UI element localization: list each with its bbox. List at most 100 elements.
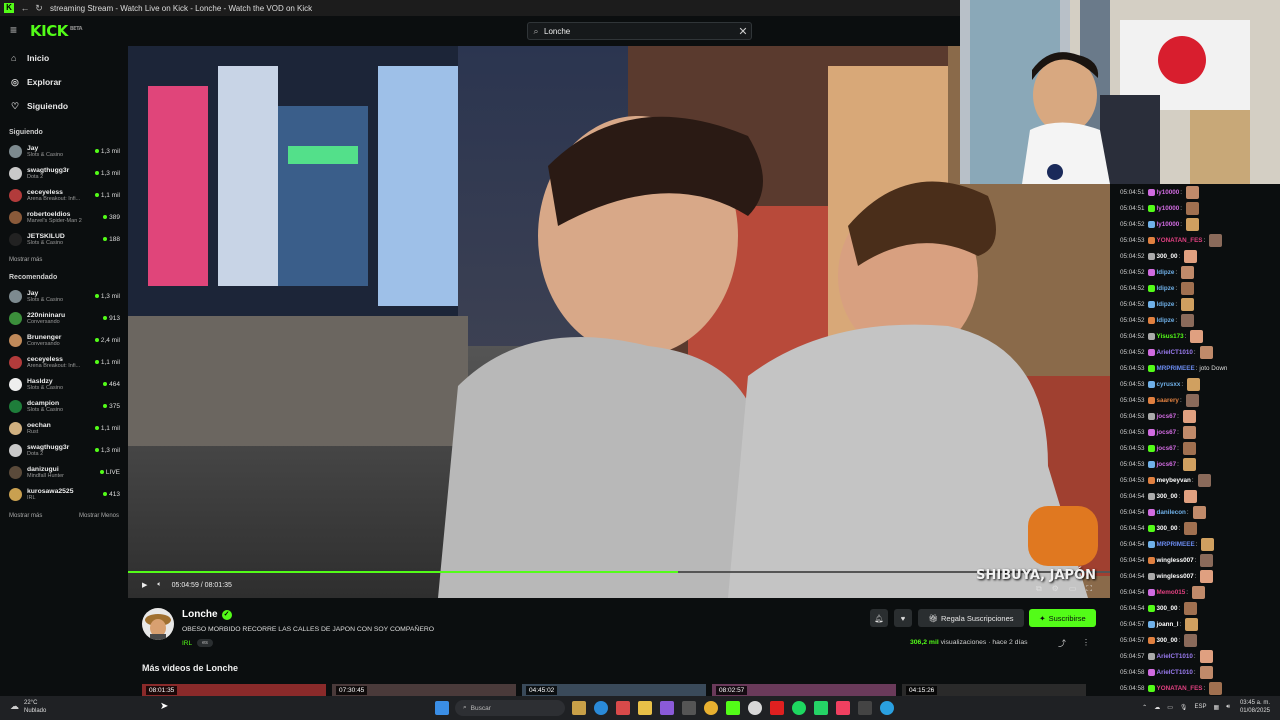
follow-heart-button[interactable]: ♥ bbox=[894, 609, 912, 627]
sidebar-channel[interactable]: robertoeldios Marvel's Spider-Man 2 389 bbox=[0, 206, 128, 228]
chat-username[interactable]: jocs67 bbox=[1157, 429, 1177, 436]
chat-message[interactable]: 05:04:53 jocs67: bbox=[1110, 456, 1280, 472]
clear-search-icon[interactable]: ✕ bbox=[735, 25, 751, 38]
chat-message[interactable]: 05:04:52 ldipze: bbox=[1110, 296, 1280, 312]
chat-username[interactable]: wingless007 bbox=[1157, 573, 1194, 580]
show-more-following[interactable]: Mostrar más bbox=[0, 253, 128, 267]
chat-message[interactable]: 05:04:54 wingless007: bbox=[1110, 568, 1280, 584]
chat-message[interactable]: 05:04:52 ldipze: bbox=[1110, 280, 1280, 296]
chat-username[interactable]: 300_00 bbox=[1157, 525, 1178, 532]
chat-username[interactable]: jocs67 bbox=[1157, 445, 1177, 452]
chat-message[interactable]: 05:04:52 300_00: bbox=[1110, 248, 1280, 264]
category-link[interactable]: IRL bbox=[182, 640, 192, 647]
sidebar-channel[interactable]: Jay Slots & Casino 1,3 mil bbox=[0, 285, 128, 307]
onedrive-icon[interactable]: ☁ bbox=[1154, 704, 1160, 711]
chat-username[interactable]: ldipze bbox=[1157, 317, 1175, 324]
gift-subs-button[interactable]: 🎁︎ Regala Suscripciones bbox=[918, 609, 1024, 627]
chat-username[interactable]: Yisus173 bbox=[1157, 333, 1184, 340]
show-more-recommended[interactable]: Mostrar más bbox=[9, 509, 42, 523]
chat-username[interactable]: jocs67 bbox=[1157, 461, 1177, 468]
sidebar-channel[interactable]: ceceyeless Arena Breakout: Infi... 1,1 m… bbox=[0, 184, 128, 206]
chat-username[interactable]: saarery bbox=[1157, 397, 1179, 404]
chat-message[interactable]: 05:04:54 300_00: bbox=[1110, 600, 1280, 616]
sidebar-channel[interactable]: kurosawa2525 IRL 413 bbox=[0, 483, 128, 505]
chat-message[interactable]: 05:04:58 YONATAN_FES: bbox=[1110, 680, 1280, 696]
youtube-icon[interactable] bbox=[770, 701, 784, 715]
settings-icon[interactable]: ⚙ bbox=[1052, 584, 1059, 594]
battery-icon[interactable]: ▭ bbox=[1167, 704, 1173, 711]
play-icon[interactable]: ▶ bbox=[142, 581, 147, 589]
chat-message[interactable]: 05:04:57 ArielCT1010: bbox=[1110, 648, 1280, 664]
chat-username[interactable]: 300_00 bbox=[1157, 253, 1178, 260]
chat-username[interactable]: ly10000 bbox=[1157, 189, 1180, 196]
nav-item-siguiendo[interactable]: ♡ Siguiendo bbox=[0, 94, 128, 118]
edge-icon[interactable] bbox=[594, 701, 608, 715]
volume-icon[interactable]: 🔈︎ bbox=[157, 581, 161, 589]
chat-message[interactable]: 05:04:54 Memo015: bbox=[1110, 584, 1280, 600]
chat-message[interactable]: 05:04:54 300_00: bbox=[1110, 488, 1280, 504]
chat-message[interactable]: 05:04:54 danilecon: bbox=[1110, 504, 1280, 520]
search-input[interactable] bbox=[544, 26, 735, 36]
whatsapp-icon[interactable] bbox=[814, 701, 828, 715]
show-less-recommended[interactable]: Mostrar Menos bbox=[79, 509, 119, 523]
files-icon[interactable] bbox=[572, 701, 586, 715]
chat-username[interactable]: cyrusxx bbox=[1157, 381, 1181, 388]
sidebar-channel[interactable]: JETSKILUD Slots & Casino 188 bbox=[0, 228, 128, 250]
chat-username[interactable]: ly10000 bbox=[1157, 205, 1180, 212]
sidebar-channel[interactable]: 220nininaru Conversando 913 bbox=[0, 307, 128, 329]
chat-message[interactable]: 05:04:52 ldipze: bbox=[1110, 312, 1280, 328]
chat-username[interactable]: ArielCT1010 bbox=[1157, 669, 1193, 676]
explorer-icon[interactable] bbox=[638, 701, 652, 715]
chat-username[interactable]: 300_00 bbox=[1157, 605, 1178, 612]
sidebar-channel[interactable]: ceceyeless Arena Breakout: Infi... 1,1 m… bbox=[0, 351, 128, 373]
clip-icon[interactable]: ⧉ bbox=[1036, 584, 1042, 594]
chat-message[interactable]: 05:04:53 YONATAN_FES: bbox=[1110, 232, 1280, 248]
sidebar-channel[interactable]: swagthugg3r Dota 2 1,3 mil bbox=[0, 162, 128, 184]
chat-message[interactable]: 05:04:53 MRPRIMEEE: joto Down bbox=[1110, 360, 1280, 376]
chat-message[interactable]: 05:04:52 ly10000: bbox=[1110, 216, 1280, 232]
chat-username[interactable]: wingless007 bbox=[1157, 557, 1194, 564]
chat-username[interactable]: ly10000 bbox=[1157, 221, 1180, 228]
telegram-icon[interactable] bbox=[880, 701, 894, 715]
fullscreen-icon[interactable]: ⛶ bbox=[1086, 584, 1092, 594]
music-icon[interactable] bbox=[836, 701, 850, 715]
subscribe-button[interactable]: ✦ Suscribirse bbox=[1029, 609, 1096, 627]
terminal-icon[interactable] bbox=[858, 701, 872, 715]
chat-message[interactable]: 05:04:51 ly10000: bbox=[1110, 200, 1280, 216]
chat-username[interactable]: ldipze bbox=[1157, 285, 1175, 292]
chat-message[interactable]: 05:04:53 jocs67: bbox=[1110, 440, 1280, 456]
chat-username[interactable]: MRPRIMEEE bbox=[1157, 365, 1195, 372]
chat-username[interactable]: MRPRIMEEE bbox=[1157, 541, 1195, 548]
chat-username[interactable]: danilecon bbox=[1157, 509, 1186, 516]
chat-username[interactable]: YONATAN_FES bbox=[1157, 685, 1203, 692]
channel-name[interactable]: Lonche bbox=[182, 609, 218, 620]
chat-username[interactable]: ArielCT1010 bbox=[1157, 653, 1193, 660]
chat-username[interactable]: Memo015 bbox=[1157, 589, 1186, 596]
sidebar-channel[interactable]: swagthugg3r Dota 2 1,3 mil bbox=[0, 439, 128, 461]
chat-message[interactable]: 05:04:53 jocs67: bbox=[1110, 408, 1280, 424]
chat-message[interactable]: 05:04:58 ArielCT1010: bbox=[1110, 664, 1280, 680]
chat-username[interactable]: YONATAN_FES bbox=[1157, 237, 1203, 244]
mic-icon[interactable]: 🎙︎ bbox=[1180, 704, 1188, 711]
search-bar[interactable]: ⌕ ✕ bbox=[527, 22, 752, 40]
chat-message[interactable]: 05:04:52 ldipze: bbox=[1110, 264, 1280, 280]
sidebar-channel[interactable]: danizugui Mindfall Hunter LIVE bbox=[0, 461, 128, 483]
windows-start-icon[interactable] bbox=[435, 701, 449, 715]
chat-message[interactable]: 05:04:54 300_00: bbox=[1110, 520, 1280, 536]
share-icon[interactable]: ⤴ bbox=[1058, 638, 1066, 649]
chevron-up-icon[interactable]: ⌃ bbox=[1142, 704, 1147, 711]
chrome-icon[interactable] bbox=[704, 701, 718, 715]
calculator-icon[interactable] bbox=[682, 701, 696, 715]
chat-message[interactable]: 05:04:57 300_00: bbox=[1110, 632, 1280, 648]
chat-message[interactable]: 05:04:52 Yisus173: bbox=[1110, 328, 1280, 344]
language-tag[interactable]: es bbox=[197, 639, 213, 647]
clock[interactable]: 03:45 a. m. 01/08/2025 bbox=[1240, 699, 1270, 715]
chat-message[interactable]: 05:04:53 saarery: bbox=[1110, 392, 1280, 408]
channel-avatar[interactable] bbox=[142, 608, 174, 640]
chat-message[interactable]: 05:04:54 MRPRIMEEE: bbox=[1110, 536, 1280, 552]
chat-message[interactable]: 05:04:54 wingless007: bbox=[1110, 552, 1280, 568]
reload-icon[interactable]: ↻ bbox=[32, 3, 46, 14]
chat-message[interactable]: 05:04:53 meybeyvan: bbox=[1110, 472, 1280, 488]
speaker-icon[interactable]: 🔊︎ bbox=[1226, 704, 1230, 711]
weather-widget[interactable]: ☁ 22°C Nublado bbox=[10, 699, 46, 715]
